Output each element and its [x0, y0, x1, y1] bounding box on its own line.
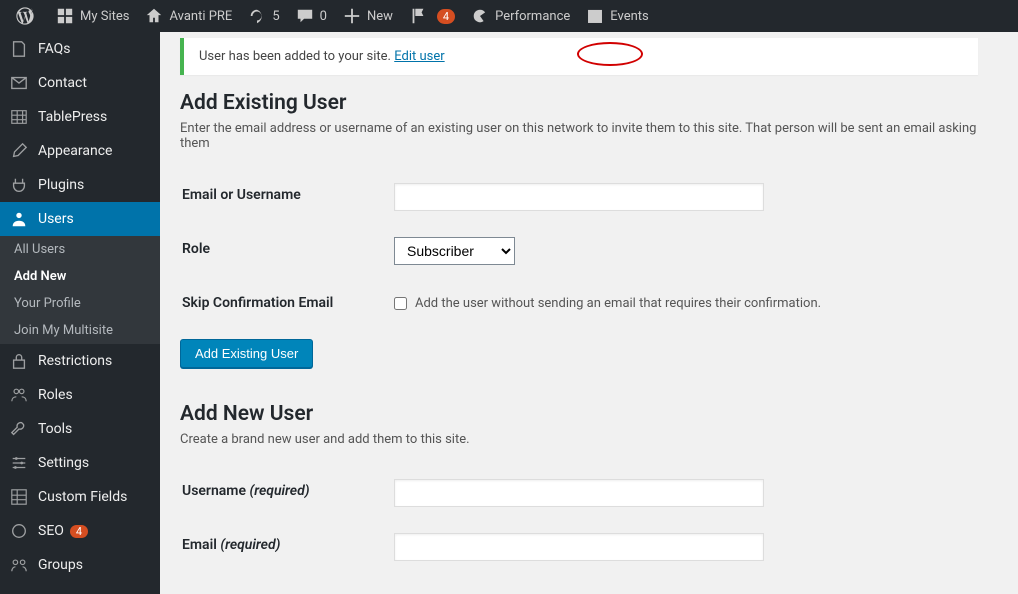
sub-your-profile[interactable]: Your Profile	[0, 290, 160, 317]
groups-icon	[10, 556, 30, 574]
skip-confirm-checkbox[interactable]	[394, 297, 407, 310]
contact-label: Contact	[38, 75, 87, 91]
highlight-circle	[577, 42, 643, 66]
seo-label: SEO	[38, 523, 64, 539]
lock-icon	[10, 352, 30, 370]
updates[interactable]: 5	[240, 0, 287, 32]
admin-bar: My Sites Avanti PRE 5 0 New 4 Performanc…	[0, 0, 1018, 32]
new-content[interactable]: New	[335, 0, 401, 32]
wp-logo[interactable]	[8, 0, 48, 32]
tablepress-label: TablePress	[38, 109, 107, 125]
users-submenu: All Users Add New Your Profile Join My M…	[0, 236, 160, 344]
sidebar-item-tools[interactable]: Tools	[0, 412, 160, 446]
comments[interactable]: 0	[288, 0, 335, 32]
my-sites-label: My Sites	[80, 9, 129, 24]
plugins-label: Plugins	[38, 177, 84, 193]
sidebar-item-seo[interactable]: SEO 4	[0, 514, 160, 548]
updates-icon	[248, 7, 266, 25]
skip-confirm-desc: Add the user without sending an email th…	[415, 296, 821, 311]
sidebar-item-tablepress[interactable]: TablePress	[0, 100, 160, 134]
email-username-label: Email or Username	[182, 171, 392, 223]
notif-badge: 4	[437, 9, 455, 24]
wordpress-icon	[16, 7, 34, 25]
add-new-desc: Create a brand new user and add them to …	[180, 432, 998, 447]
plug-icon	[10, 176, 30, 194]
table-icon	[10, 108, 30, 126]
notifications[interactable]: 4	[401, 0, 463, 32]
events-label: Events	[610, 9, 648, 24]
people-icon	[10, 386, 30, 404]
username-input[interactable]	[394, 479, 764, 507]
sidebar-item-custom-fields[interactable]: Custom Fields	[0, 480, 160, 514]
sub-all-users[interactable]: All Users	[0, 236, 160, 263]
seo-icon	[10, 522, 30, 540]
tools-label: Tools	[38, 421, 72, 437]
new-label: New	[367, 9, 393, 24]
add-new-heading: Add New User	[180, 402, 998, 426]
add-existing-button[interactable]: Add Existing User	[180, 339, 313, 368]
seo-badge: 4	[70, 525, 88, 538]
performance[interactable]: Performance	[463, 0, 578, 32]
sidebar-item-restrictions[interactable]: Restrictions	[0, 344, 160, 378]
add-existing-desc: Enter the email address or username of a…	[180, 121, 998, 151]
email-input[interactable]	[394, 533, 764, 561]
restrictions-label: Restrictions	[38, 353, 112, 369]
gauge-icon	[471, 7, 489, 25]
sidebar-item-roles[interactable]: Roles	[0, 378, 160, 412]
events[interactable]: Events	[578, 0, 656, 32]
brush-icon	[10, 142, 30, 160]
sidebar-item-faqs[interactable]: FAQs	[0, 32, 160, 66]
sliders-icon	[10, 454, 30, 472]
site-name-label: Avanti PRE	[169, 9, 232, 24]
performance-label: Performance	[495, 9, 570, 24]
updates-count: 5	[272, 9, 279, 24]
sidebar-item-users[interactable]: Users	[0, 202, 160, 236]
faqs-label: FAQs	[38, 41, 71, 57]
sidebar-item-plugins[interactable]: Plugins	[0, 168, 160, 202]
sites-icon	[56, 7, 74, 25]
flag-icon	[409, 7, 427, 25]
my-sites[interactable]: My Sites	[48, 0, 137, 32]
success-notice: User has been added to your site. Edit u…	[180, 38, 978, 75]
calendar-icon	[586, 7, 604, 25]
comments-count: 0	[320, 9, 327, 24]
skip-confirm-label: Skip Confirmation Email	[182, 279, 392, 327]
groups-label: Groups	[38, 557, 83, 573]
appearance-label: Appearance	[38, 143, 112, 159]
sub-join-multisite[interactable]: Join My Multisite	[0, 317, 160, 344]
settings-label: Settings	[38, 455, 89, 471]
admin-sidebar: FAQs Contact TablePress Appearance Plugi…	[0, 32, 160, 594]
sidebar-item-appearance[interactable]: Appearance	[0, 134, 160, 168]
main-content: User has been added to your site. Edit u…	[160, 32, 1018, 594]
roles-label: Roles	[38, 387, 73, 403]
role-label: Role	[182, 225, 392, 277]
new-user-form: Username (required) Email (required)	[180, 465, 998, 575]
home-icon	[145, 7, 163, 25]
email-label: Email (required)	[182, 521, 392, 573]
mail-icon	[10, 74, 30, 92]
notice-text: User has been added to your site.	[199, 49, 391, 64]
comment-icon	[296, 7, 314, 25]
wrench-icon	[10, 420, 30, 438]
user-icon	[10, 210, 30, 228]
add-existing-heading: Add Existing User	[180, 91, 998, 115]
grid-icon	[10, 488, 30, 506]
sidebar-item-contact[interactable]: Contact	[0, 66, 160, 100]
custom-fields-label: Custom Fields	[38, 489, 127, 505]
sub-add-new[interactable]: Add New	[0, 263, 160, 290]
username-label: Username (required)	[182, 467, 392, 519]
sidebar-item-settings[interactable]: Settings	[0, 446, 160, 480]
email-username-input[interactable]	[394, 183, 764, 211]
users-label: Users	[38, 211, 74, 227]
existing-user-form: Email or Username Role Subscriber Skip C…	[180, 169, 998, 329]
site-name[interactable]: Avanti PRE	[137, 0, 240, 32]
edit-user-link[interactable]: Edit user	[394, 49, 444, 64]
sidebar-item-groups[interactable]: Groups	[0, 548, 160, 582]
page-icon	[10, 40, 30, 58]
role-select[interactable]: Subscriber	[394, 237, 515, 265]
plus-icon	[343, 7, 361, 25]
